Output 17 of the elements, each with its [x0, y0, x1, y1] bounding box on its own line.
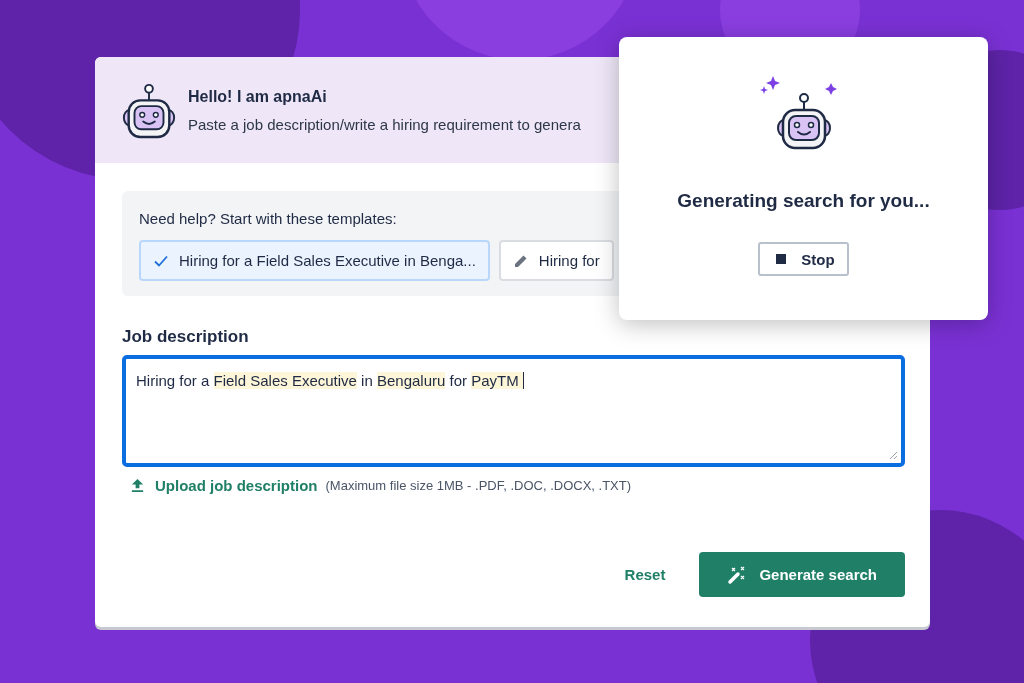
upload-icon	[130, 478, 145, 493]
job-description-field[interactable]: Hiring for a Field Sales Executive in Bengaluru for PayTM	[122, 355, 905, 467]
stop-icon	[776, 254, 787, 264]
resize-grip-icon[interactable]	[888, 450, 898, 460]
templates-prompt: Need help? Start with these templates:	[139, 210, 398, 227]
reset-button[interactable]: Reset	[620, 562, 670, 587]
template-chip[interactable]: Hiring for	[498, 240, 614, 281]
upload-hint: (Maximum file size 1MB - .PDF, .DOC, .DOCX, .TXT)	[325, 478, 632, 493]
generate-search-button[interactable]: Generate search	[699, 552, 905, 597]
dialog-subtitle: Paste a job description/write a hiring requirement to genera	[188, 115, 581, 133]
template-chip[interactable]: Hiring for a Field Sales Executive in Benga...	[139, 240, 490, 281]
robot-icon	[120, 81, 178, 139]
upload-link[interactable]: Upload job description	[130, 477, 318, 494]
stop-button[interactable]: Stop	[758, 242, 849, 276]
dialog-title: Hello! I am apnaAi	[188, 87, 328, 106]
field-label: Job description	[122, 327, 250, 347]
progress-message: Generating search for you...	[677, 190, 930, 212]
